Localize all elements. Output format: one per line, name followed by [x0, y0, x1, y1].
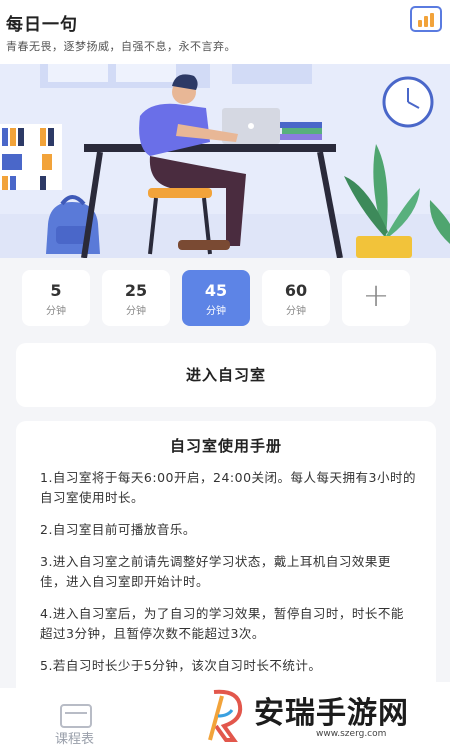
- timer-options: 5 分钟 25 分钟 45 分钟 60 分钟 +: [22, 270, 428, 326]
- manual-item: 4.进入自习室后，为了自习的学习效果，暂停自习时，时长不能超过3分钟，且暂停次数…: [40, 606, 404, 641]
- timer-option-45-selected[interactable]: 45 分钟: [182, 270, 250, 326]
- timer-unit: 分钟: [206, 306, 226, 317]
- plus-icon: +: [362, 276, 390, 314]
- timer-option-5[interactable]: 5 分钟: [22, 270, 90, 326]
- course-icon: [60, 704, 92, 728]
- timer-value: 60: [284, 281, 308, 300]
- page-title: 每日一句: [6, 15, 78, 35]
- watermark: 安瑞手游网 www.szerg.com: [196, 682, 450, 747]
- timer-unit: 分钟: [126, 306, 146, 317]
- header: 每日一句 青春无畏，逐梦扬威，自强不息，永不言弃。: [0, 0, 450, 64]
- watermark-name: 安瑞手游网: [254, 696, 409, 731]
- stats-button[interactable]: [410, 6, 442, 32]
- enter-study-room-button[interactable]: 进入自习室: [16, 343, 436, 407]
- watermark-url: www.szerg.com: [316, 729, 387, 739]
- add-timer-button[interactable]: +: [342, 270, 410, 326]
- timer-unit: 分钟: [46, 306, 66, 317]
- watermark-logo-icon: [208, 689, 243, 742]
- timer-value: 45: [204, 281, 228, 300]
- timer-option-60[interactable]: 60 分钟: [262, 270, 330, 326]
- manual-item: 1.自习室将于每天6:00开启，24:00关闭。每人每天拥有3小时的自习室使用时…: [40, 470, 416, 505]
- timer-value: 5: [50, 281, 62, 300]
- manual-item: 3.进入自习室之前请先调整好学习状态，戴上耳机自习效果更佳，进入自习室即开始计时…: [40, 554, 391, 589]
- study-illustration: [0, 64, 450, 258]
- timer-value: 25: [124, 281, 148, 300]
- study-room-manual: 自习室使用手册 1.自习室将于每天6:00开启，24:00关闭。每人每天拥有3小…: [16, 421, 436, 711]
- manual-title: 自习室使用手册: [169, 437, 282, 455]
- manual-item: 5.若自习时长少于5分钟，该次自习时长不统计。: [40, 658, 322, 673]
- daily-motto: 青春无畏，逐梦扬威，自强不息，永不言弃。: [6, 40, 236, 53]
- manual-item: 2.自习室目前可播放音乐。: [40, 522, 196, 537]
- tab-label: 课程表: [55, 732, 95, 747]
- timer-unit: 分钟: [286, 306, 306, 317]
- timer-option-25[interactable]: 25 分钟: [102, 270, 170, 326]
